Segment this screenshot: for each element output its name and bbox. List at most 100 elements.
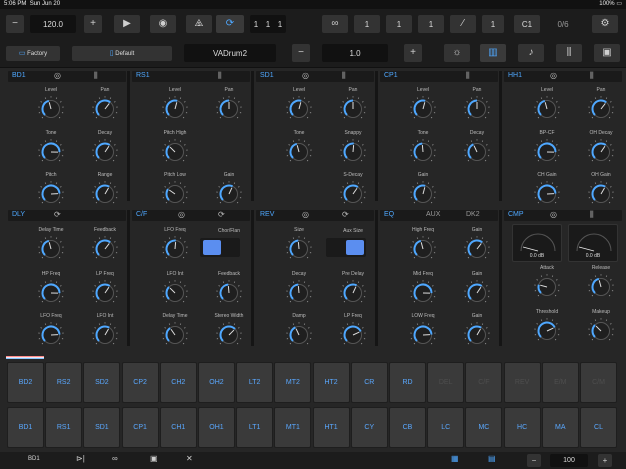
cp1-knob-0[interactable] [410,96,436,122]
eq-knob-3[interactable] [464,280,490,306]
eq-tab-aux[interactable]: AUX [426,211,440,218]
eq-knob-4[interactable] [410,322,436,348]
pad-top-1[interactable]: RS2 [45,362,83,403]
routing-icon[interactable]: ◎ [54,71,61,80]
bd1-knob-5[interactable] [92,181,118,207]
mute-icon[interactable]: ✕ [186,455,193,463]
keyboard-button[interactable]: ▥ [480,44,506,62]
sync-icon[interactable]: ⟳ [342,210,349,219]
brightness-button[interactable]: ☼ [444,44,470,62]
tempo-increment-button[interactable]: + [84,15,102,33]
dly-knob-2[interactable] [38,280,64,306]
link-icon[interactable]: ∞ [112,455,118,463]
pad-top-12[interactable]: C/F [465,362,503,403]
eq-knob-0[interactable] [410,236,436,262]
cmp-knob-2[interactable] [534,318,560,344]
cp1-knob-1[interactable] [464,96,490,122]
hh1-knob-5[interactable] [588,181,614,207]
pad-top-15[interactable]: C/M [580,362,617,403]
pad-top-2[interactable]: SD2 [83,362,121,403]
sync-icon[interactable]: ⟳ [54,210,61,219]
pad-bottom-12[interactable]: MC [465,407,503,448]
bank-selector[interactable]: ▭ Factory [6,46,60,61]
bd1-knob-2[interactable] [38,139,64,165]
bd1-knob-3[interactable] [92,139,118,165]
rs1-knob-0[interactable] [162,96,188,122]
pad-bottom-11[interactable]: LC [427,407,465,448]
cf-knob-4[interactable] [216,322,242,348]
pad-bottom-0[interactable]: BD1 [7,407,44,448]
cf-knob-0[interactable] [162,236,188,262]
rs1-knob-1[interactable] [216,96,242,122]
rev-toggle-button[interactable] [346,240,364,255]
pad-bottom-14[interactable]: MA [541,407,579,448]
loop-start-field[interactable]: 1 [354,15,380,33]
dly-knob-5[interactable] [92,322,118,348]
note-field[interactable]: C1 [514,15,540,33]
skip-icon[interactable]: ⊳| [76,455,85,463]
kit-value-increment[interactable]: + [404,44,422,62]
play-button[interactable]: ▶ [114,15,140,33]
step-field[interactable]: 1 [482,15,504,33]
hh1-knob-1[interactable] [588,96,614,122]
preset-selector[interactable]: ▯ Default [72,46,172,61]
bd1-knob-0[interactable] [38,96,64,122]
grid-icon[interactable]: ▦ [451,455,459,463]
mixer-button[interactable]: ⫼ [556,44,582,62]
pad-top-7[interactable]: MT2 [274,362,312,403]
kit-value-decrement[interactable]: − [292,44,310,62]
sliders-icon[interactable]: ⫼ [590,71,594,81]
eq-knob-5[interactable] [464,322,490,348]
sliders-icon[interactable]: ⫼ [342,71,346,81]
settings-button[interactable]: ⚙ [592,15,618,33]
hh1-knob-4[interactable] [534,181,560,207]
rs1-knob-2[interactable] [162,139,188,165]
pad-bottom-6[interactable]: LT1 [236,407,274,448]
cp1-knob-4[interactable] [410,181,436,207]
kit-name-field[interactable]: VADrum2 [184,44,276,62]
zoom-field[interactable]: 100 [550,454,588,467]
cmp-knob-0[interactable] [534,274,560,300]
routing-icon[interactable]: ◎ [550,210,557,219]
dly-knob-1[interactable] [92,236,118,262]
loop-end-field[interactable]: 1 [418,15,444,33]
pad-top-11[interactable]: DEL [427,362,465,403]
eq-knob-1[interactable] [464,236,490,262]
pad-bottom-1[interactable]: RS1 [45,407,83,448]
note-button[interactable]: ♪ [518,44,544,62]
sliders-icon[interactable]: ⫼ [94,71,98,81]
pad-bottom-2[interactable]: SD1 [83,407,121,448]
pad-bottom-8[interactable]: HT1 [312,407,350,448]
pad-top-0[interactable]: BD2 [7,362,44,403]
view-icon[interactable]: ▣ [150,455,158,463]
hh1-knob-2[interactable] [534,139,560,165]
pencil-button[interactable]: ⁄ [450,15,476,33]
pad-top-6[interactable]: LT2 [236,362,274,403]
pad-bottom-5[interactable]: OH1 [198,407,235,448]
zoom-increment-button[interactable]: + [598,454,612,467]
pad-top-8[interactable]: HT2 [312,362,350,403]
routing-icon[interactable]: ◎ [302,210,309,219]
pad-bottom-10[interactable]: CB [389,407,426,448]
cf-knob-1[interactable] [162,280,188,306]
cmp-knob-1[interactable] [588,274,614,300]
routing-icon[interactable]: ◎ [550,71,557,80]
pad-top-13[interactable]: REV [503,362,541,403]
cmp-knob-3[interactable] [588,318,614,344]
sliders-icon[interactable]: ⫼ [218,71,222,81]
tempo-field[interactable]: 120.0 [30,15,76,33]
dly-knob-0[interactable] [38,236,64,262]
video-button[interactable]: ▣ [594,44,620,62]
cf-knob-2[interactable] [162,322,188,348]
rev-knob-0[interactable] [286,236,312,262]
loop-length-field[interactable]: 1 [386,15,412,33]
rev-knob-1[interactable] [286,280,312,306]
record-button[interactable]: ◉ [150,15,176,33]
pad-top-3[interactable]: CP2 [121,362,159,403]
pad-bottom-9[interactable]: CY [350,407,388,448]
metronome-button[interactable]: ⧌ [186,15,212,33]
bd1-knob-4[interactable] [38,181,64,207]
bd1-knob-1[interactable] [92,96,118,122]
pad-top-5[interactable]: OH2 [198,362,235,403]
pad-top-14[interactable]: E/M [541,362,579,403]
